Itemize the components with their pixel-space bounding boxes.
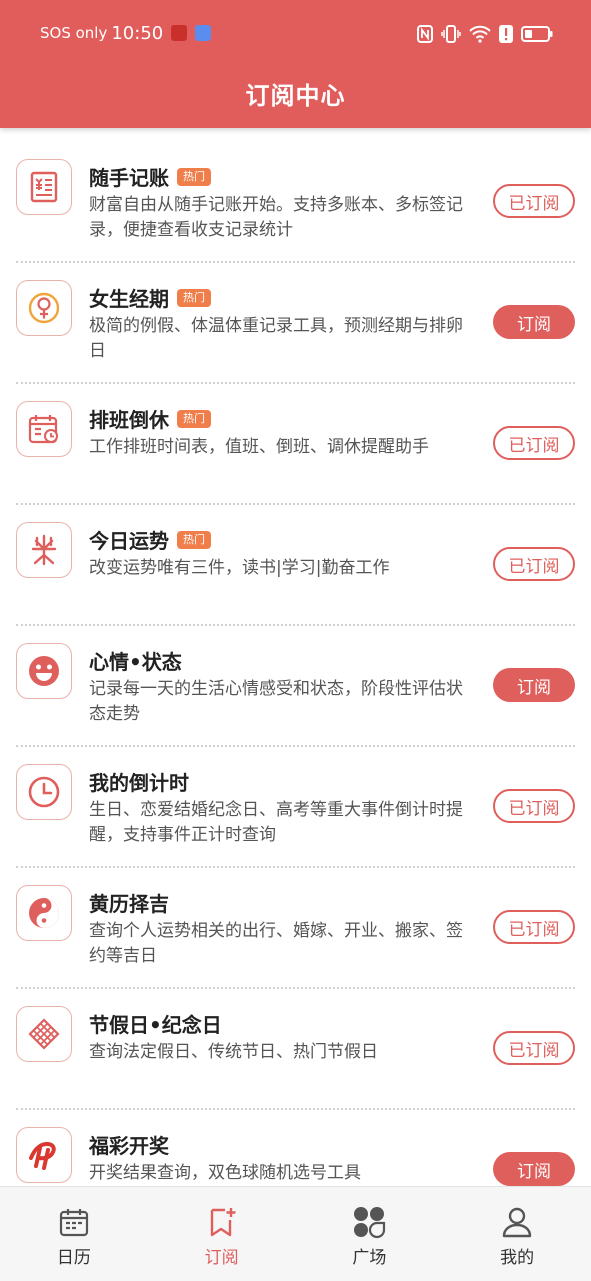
item-title: 福彩开奖 (89, 1134, 169, 1158)
battery-icon (521, 26, 553, 42)
vibrate-icon (441, 25, 461, 43)
fortune-icon (16, 522, 72, 578)
list-item: 今日运势 热门 改变运势唯有三件，读书|学习|勤奋工作 已订阅 (0, 505, 591, 626)
item-description: 生日、恋爱结婚纪念日、高考等重大事件倒计时提醒，支持事件正计时查询 (89, 800, 463, 845)
bookmark-add-icon (206, 1205, 238, 1239)
status-bar-left: SOS only 10:50 (40, 20, 212, 46)
carrier-text: SOS only (40, 24, 108, 42)
list-item: 女生经期 热门 极简的例假、体温体重记录工具，预测经期与排卵日 订阅 (0, 263, 591, 384)
list-item: 黄历择吉 查询个人运势相关的出行、婚嫁、开业、搬家、签约等吉日 已订阅 (0, 868, 591, 989)
tab-calendar[interactable]: 日历 (0, 1187, 148, 1281)
item-title: 节假日•纪念日 (89, 1013, 222, 1037)
clock-icon (16, 764, 72, 820)
yinyang-icon (16, 885, 72, 941)
schedule-icon (16, 401, 72, 457)
item-title: 黄历择吉 (89, 892, 169, 916)
subscribed-button[interactable]: 已订阅 (493, 789, 575, 823)
bottom-tab-bar: 日历 订阅 广场 我的 (0, 1186, 591, 1281)
hot-badge: 热门 (177, 288, 211, 307)
ledger-icon (16, 159, 72, 215)
tab-label: 订阅 (204, 1248, 239, 1268)
list-item: 排班倒休 热门 工作排班时间表，值班、倒班、调休提醒助手 已订阅 (0, 384, 591, 505)
lottery-icon (16, 1127, 72, 1183)
tab-label: 我的 (500, 1248, 535, 1268)
hot-badge: 热门 (177, 167, 211, 186)
item-description: 查询个人运势相关的出行、婚嫁、开业、搬家、签约等吉日 (89, 921, 463, 966)
notification-app-icon (171, 25, 188, 41)
smile-icon (16, 643, 72, 699)
app-header: SOS only 10:50 订阅中心 (0, 0, 591, 128)
alert-icon (499, 25, 513, 43)
item-title: 排班倒休 热门 (89, 404, 211, 433)
tab-plaza[interactable]: 广场 (296, 1187, 444, 1281)
item-description: 极简的例假、体温体重记录工具，预测经期与排卵日 (89, 316, 463, 361)
list-item: 随手记账 热门 财富自由从随手记账开始。支持多账本、多标签记录，便捷查看收支记录统… (0, 142, 591, 263)
item-title: 随手记账 热门 (89, 162, 211, 191)
subscribe-button[interactable]: 订阅 (493, 305, 575, 339)
item-title: 女生经期 热门 (89, 283, 211, 312)
wifi-icon (469, 25, 491, 43)
list-item: 节假日•纪念日 查询法定假日、传统节日、热门节假日 已订阅 (0, 989, 591, 1110)
item-description: 查询法定假日、传统节日、热门节假日 (89, 1042, 378, 1062)
subscribe-button[interactable]: 订阅 (493, 668, 575, 702)
tab-subscribe[interactable]: 订阅 (148, 1187, 296, 1281)
female-icon (16, 280, 72, 336)
list-item: 我的倒计时 生日、恋爱结婚纪念日、高考等重大事件倒计时提醒，支持事件正计时查询 … (0, 747, 591, 868)
tab-mine[interactable]: 我的 (443, 1187, 591, 1281)
knot-icon (16, 1006, 72, 1062)
notification-app-icon (195, 25, 212, 41)
item-title: 心情•状态 (89, 650, 182, 674)
item-description: 记录每一天的生活心情感受和状态，阶段性评估状态走势 (89, 679, 463, 724)
hot-badge: 热门 (177, 409, 211, 428)
item-title: 我的倒计时 (89, 771, 189, 795)
subscribed-button[interactable]: 已订阅 (493, 1031, 575, 1065)
nfc-icon (417, 25, 433, 43)
item-description: 开奖结果查询，双色球随机选号工具 (89, 1163, 361, 1183)
subscribed-button[interactable]: 已订阅 (493, 184, 575, 218)
grid-icon (352, 1205, 386, 1239)
page-title: 订阅中心 (245, 82, 346, 110)
item-description: 改变运势唯有三件，读书|学习|勤奋工作 (89, 558, 390, 578)
tab-label: 广场 (352, 1248, 387, 1268)
profile-icon (501, 1205, 533, 1239)
calendar-icon (58, 1205, 90, 1239)
item-title: 今日运势 热门 (89, 525, 211, 554)
clock-text: 10:50 (111, 22, 164, 44)
subscribe-button[interactable]: 订阅 (493, 1152, 575, 1186)
hot-badge: 热门 (177, 530, 211, 549)
subscribed-button[interactable]: 已订阅 (493, 426, 575, 460)
subscribed-button[interactable]: 已订阅 (493, 547, 575, 581)
item-description: 工作排班时间表，值班、倒班、调休提醒助手 (89, 437, 429, 457)
subscribed-button[interactable]: 已订阅 (493, 910, 575, 944)
tab-label: 日历 (56, 1248, 91, 1268)
status-bar-right (417, 22, 553, 46)
item-description: 财富自由从随手记账开始。支持多账本、多标签记录，便捷查看收支记录统计 (89, 195, 463, 240)
list-item: 心情•状态 记录每一天的生活心情感受和状态，阶段性评估状态走势 订阅 (0, 626, 591, 747)
